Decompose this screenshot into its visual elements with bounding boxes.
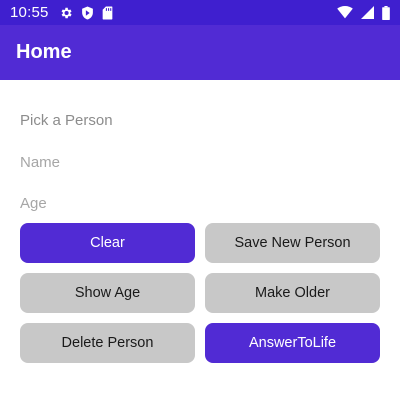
shield-icon (81, 6, 94, 20)
sd-card-icon (102, 6, 113, 20)
page-title: Home (16, 41, 72, 63)
make-older-button[interactable]: Make Older (205, 273, 380, 313)
save-new-person-button[interactable]: Save New Person (205, 223, 380, 263)
status-time: 10:55 (10, 4, 49, 21)
delete-person-button[interactable]: Delete Person (20, 323, 195, 363)
app-bar: Home (0, 25, 400, 80)
status-right-icons (337, 5, 390, 20)
name-field[interactable] (20, 147, 380, 177)
signal-icon (361, 6, 374, 19)
status-bar: 10:55 (0, 0, 400, 25)
gear-icon (59, 6, 73, 20)
answer-to-life-button[interactable]: AnswerToLife (205, 323, 380, 363)
status-left-icons (59, 6, 113, 20)
clear-button[interactable]: Clear (20, 223, 195, 263)
age-field[interactable] (20, 188, 380, 218)
show-age-button[interactable]: Show Age (20, 273, 195, 313)
wifi-icon (337, 6, 353, 19)
person-picker[interactable]: Pick a Person (20, 112, 113, 129)
battery-icon (382, 5, 390, 20)
